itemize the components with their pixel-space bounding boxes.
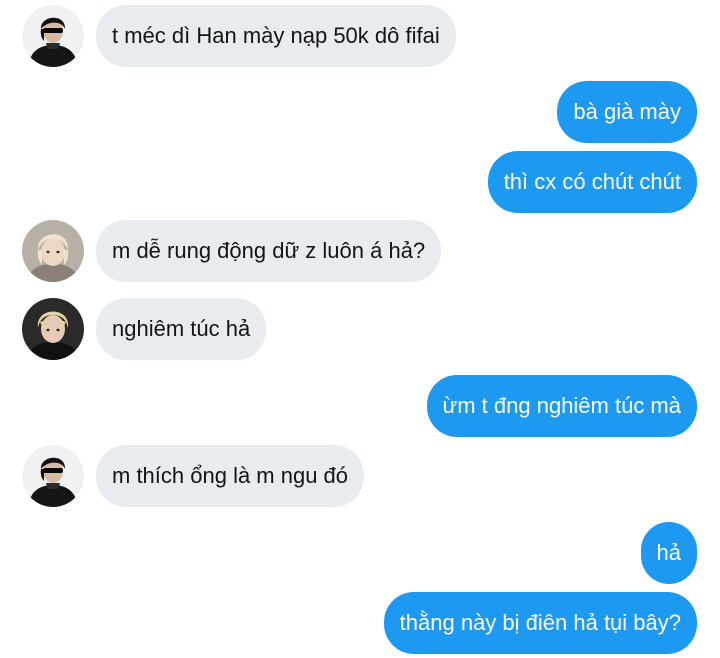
- message-bubble-incoming[interactable]: t méc dì Han mày nạp 50k dô fifai: [96, 5, 456, 67]
- friend-2-avatar[interactable]: [22, 220, 84, 282]
- person-sunglasses-avatar-icon: [22, 5, 84, 67]
- message-bubble-outgoing[interactable]: ừm t đng nghiêm túc mà: [426, 375, 697, 437]
- friend-1-avatar[interactable]: [22, 5, 84, 67]
- message-bubble-outgoing[interactable]: bà già mày: [557, 81, 697, 143]
- person-sunglasses-avatar-icon: [22, 445, 84, 507]
- friend-3-avatar[interactable]: [22, 298, 84, 360]
- message-bubble-outgoing[interactable]: thì cx có chút chút: [487, 151, 697, 213]
- message-bubble-incoming[interactable]: nghiêm túc hả: [96, 298, 267, 360]
- chat-thread: t méc dì Han mày nạp 50k dô fifai bà già…: [0, 0, 720, 658]
- friend-1-avatar[interactable]: [22, 445, 84, 507]
- message-bubble-outgoing[interactable]: thằng này bị điên hả tụi bây?: [383, 592, 697, 654]
- message-bubble-outgoing[interactable]: hả: [640, 522, 697, 584]
- person-blonde-hair-avatar-icon: [22, 220, 84, 282]
- message-bubble-incoming[interactable]: m dễ rung động dữ z luôn á hả?: [96, 220, 442, 282]
- person-blonde-dark-outfit-avatar-icon: [22, 298, 84, 360]
- message-bubble-incoming[interactable]: m thích ổng là m ngu đó: [96, 445, 365, 507]
